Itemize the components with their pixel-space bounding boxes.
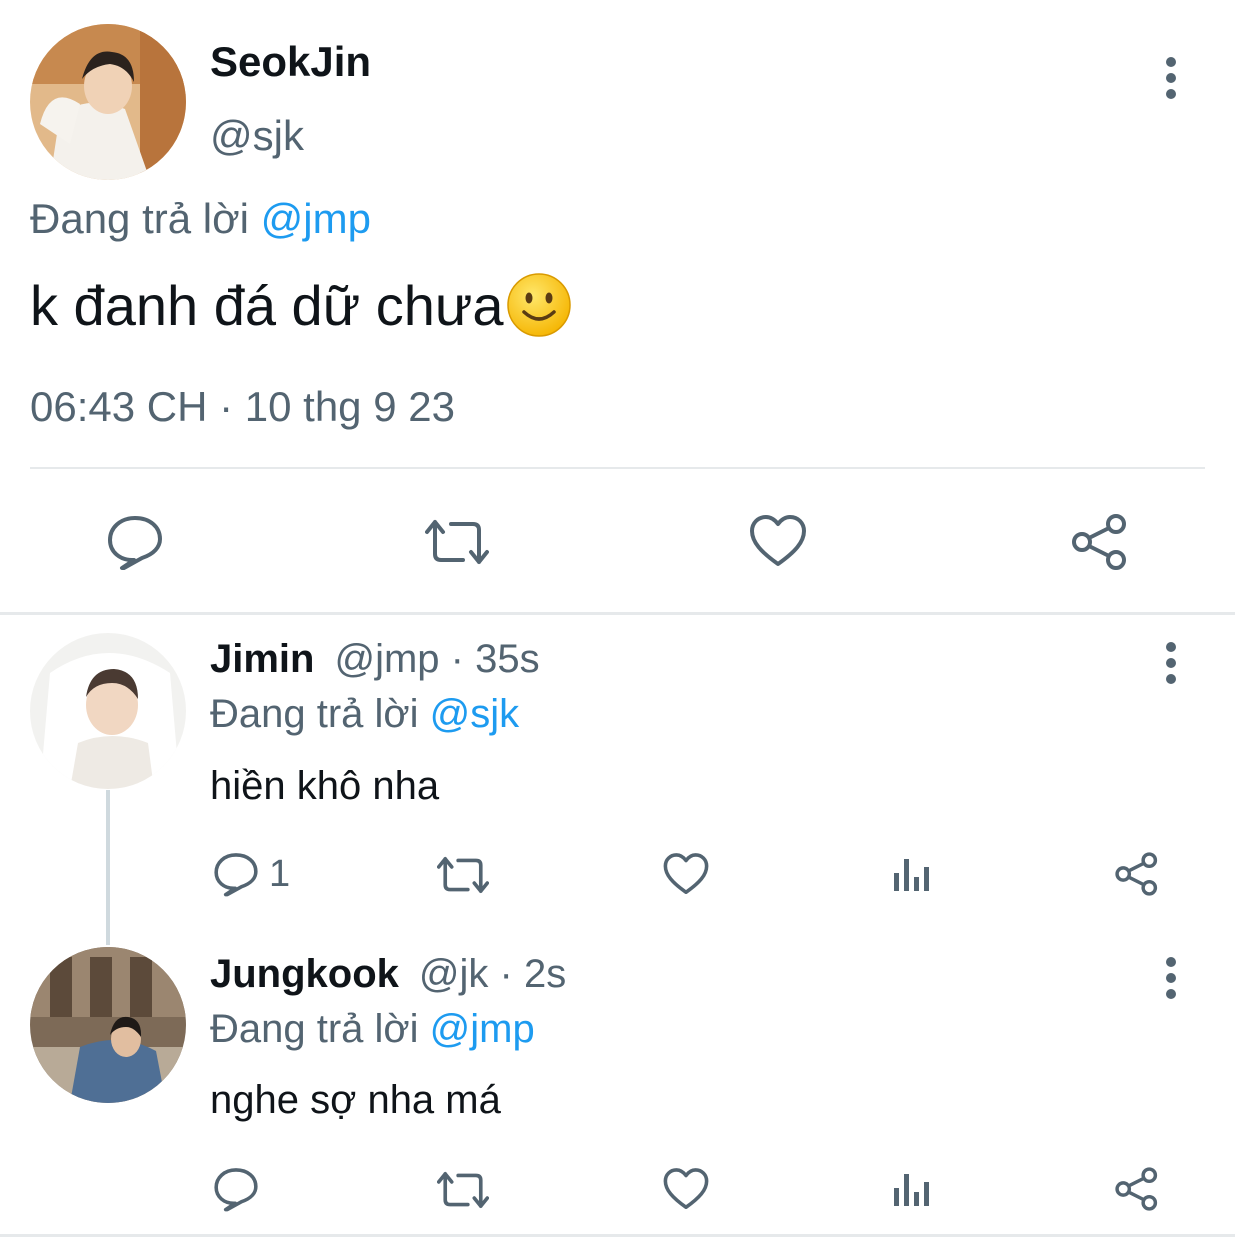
tweet-timestamp[interactable]: 06:43 CH · 10 thg 9 23 bbox=[30, 383, 455, 431]
reply-button[interactable] bbox=[213, 1166, 269, 1212]
like-icon bbox=[750, 515, 806, 566]
tweet-text: hiền khô nha bbox=[210, 764, 440, 808]
mention-link[interactable]: @jmp bbox=[430, 1007, 535, 1051]
author-name[interactable]: SeokJin bbox=[210, 38, 371, 86]
replying-to-label: Đang trả lời bbox=[210, 1007, 419, 1051]
share-icon bbox=[1072, 514, 1126, 570]
retweet-icon bbox=[437, 857, 489, 893]
divider bbox=[30, 467, 1205, 469]
retweet-icon bbox=[425, 520, 489, 564]
author-handle[interactable]: @sjk bbox=[210, 112, 304, 160]
replying-to-label: Đang trả lời bbox=[30, 195, 249, 242]
like-icon bbox=[663, 1168, 709, 1210]
reply-icon bbox=[214, 853, 258, 897]
retweet-icon bbox=[437, 1172, 489, 1208]
author-name[interactable]: Jungkook bbox=[210, 952, 399, 996]
share-button[interactable] bbox=[1114, 1166, 1160, 1212]
more-options-icon[interactable] bbox=[1164, 642, 1178, 684]
avatar-jimin[interactable] bbox=[30, 633, 186, 789]
retweet-button[interactable] bbox=[437, 1169, 489, 1211]
share-icon bbox=[1115, 1167, 1158, 1211]
share-button[interactable] bbox=[1070, 512, 1130, 572]
replying-to: Đang trả lời @jmp bbox=[30, 195, 371, 243]
tweet-text: nghe sợ nha má bbox=[210, 1078, 501, 1122]
replying-to-label: Đang trả lời bbox=[210, 692, 419, 736]
slightly-smiling-face-icon bbox=[506, 272, 572, 338]
tweet-text: k đanh đá dữ chưa bbox=[30, 272, 572, 338]
avatar-jungkook[interactable] bbox=[30, 947, 186, 1103]
like-button[interactable] bbox=[663, 852, 709, 896]
mention-link[interactable]: @jmp bbox=[261, 195, 371, 242]
reply-icon bbox=[108, 516, 162, 570]
thread-line bbox=[106, 790, 110, 945]
author-name[interactable]: Jimin bbox=[210, 637, 314, 681]
views-button[interactable] bbox=[892, 855, 932, 893]
share-icon bbox=[1115, 852, 1158, 896]
reply-button[interactable]: 1 bbox=[213, 851, 290, 897]
views-icon bbox=[894, 859, 929, 891]
replying-to: Đang trả lời @jmp bbox=[210, 1007, 535, 1052]
more-options-icon[interactable] bbox=[1164, 57, 1178, 99]
avatar-seokjin[interactable] bbox=[30, 24, 186, 180]
retweet-button[interactable] bbox=[437, 854, 489, 896]
author-handle-time[interactable]: @jmp · 35s bbox=[334, 637, 539, 681]
reply-count: 1 bbox=[269, 852, 291, 895]
share-button[interactable] bbox=[1114, 851, 1160, 897]
author-handle-time[interactable]: @jk · 2s bbox=[419, 952, 566, 996]
reply-icon bbox=[214, 1168, 258, 1212]
views-icon bbox=[894, 1174, 929, 1206]
tweet-text-content: k đanh đá dữ chưa bbox=[30, 273, 504, 337]
bottom-divider bbox=[0, 1234, 1235, 1237]
reply-button[interactable] bbox=[106, 514, 164, 570]
reply-header: Jungkook @jk · 2s bbox=[210, 952, 566, 997]
like-icon bbox=[663, 853, 709, 895]
replying-to: Đang trả lời @sjk bbox=[210, 692, 519, 737]
like-button[interactable] bbox=[663, 1167, 709, 1211]
section-divider bbox=[0, 612, 1235, 615]
retweet-button[interactable] bbox=[425, 516, 489, 568]
more-options-icon[interactable] bbox=[1164, 957, 1178, 999]
reply-header: Jimin @jmp · 35s bbox=[210, 637, 540, 682]
like-button[interactable] bbox=[749, 514, 807, 568]
views-button[interactable] bbox=[892, 1170, 932, 1208]
mention-link[interactable]: @sjk bbox=[430, 692, 520, 736]
